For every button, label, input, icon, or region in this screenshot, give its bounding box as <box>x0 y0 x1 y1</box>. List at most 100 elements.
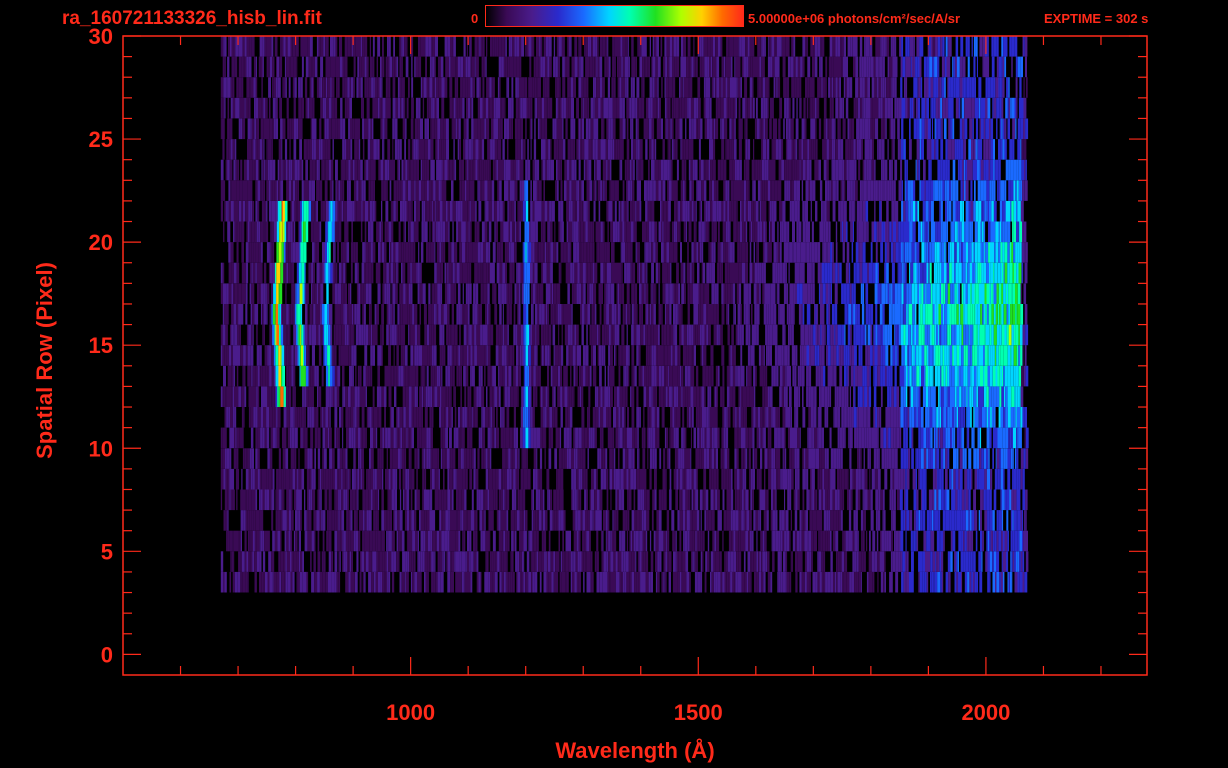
heatmap-cell <box>364 530 367 552</box>
heatmap-cell <box>743 448 746 469</box>
heatmap-cell <box>664 386 666 407</box>
heatmap-cell <box>818 324 821 346</box>
heatmap-cell <box>854 427 857 449</box>
heatmap-cell <box>822 468 825 490</box>
heatmap-cell <box>889 283 891 304</box>
heatmap-cell <box>1018 489 1021 511</box>
heatmap-cell <box>359 386 362 407</box>
heatmap-cell <box>955 448 957 469</box>
heatmap-cell <box>830 510 834 531</box>
heatmap-cell <box>920 489 922 511</box>
heatmap-cell <box>417 262 420 284</box>
heatmap-cell <box>561 345 564 366</box>
heatmap-cell <box>715 551 718 572</box>
heatmap-cell <box>261 571 264 593</box>
heatmap-cell <box>922 386 926 407</box>
heatmap-cell <box>338 510 340 531</box>
heatmap-cell <box>291 242 293 263</box>
heatmap-cell <box>261 386 264 407</box>
heatmap-cell <box>337 468 339 490</box>
heatmap-cell <box>227 489 230 511</box>
heatmap-cell <box>883 448 885 469</box>
heatmap-cell <box>943 304 945 325</box>
heatmap-cell <box>867 345 870 366</box>
heatmap-cell <box>798 262 800 284</box>
heatmap-cell <box>538 427 541 449</box>
heatmap-cell <box>593 510 596 531</box>
heatmap-cell <box>1022 407 1025 428</box>
heatmap-cell <box>581 551 584 572</box>
heatmap-cell <box>857 386 860 407</box>
heatmap-cell <box>558 262 561 284</box>
heatmap-cell <box>721 304 725 325</box>
heatmap-cell <box>577 551 580 572</box>
heatmap-cell <box>285 448 289 469</box>
heatmap-cell <box>674 448 677 469</box>
heatmap-cell <box>508 571 511 593</box>
heatmap-cell <box>763 262 766 284</box>
heatmap-cell <box>574 365 577 387</box>
heatmap-cell <box>746 365 748 387</box>
heatmap-cell <box>240 345 244 366</box>
heatmap-cell <box>398 427 401 449</box>
heatmap-cell <box>934 324 937 346</box>
heatmap-cell <box>348 283 350 304</box>
heatmap-cell <box>433 571 436 593</box>
heatmap-cell <box>618 262 622 284</box>
heatmap-cell <box>801 571 805 593</box>
heatmap-cell <box>635 551 637 572</box>
heatmap-cell <box>440 262 444 284</box>
heatmap-cell <box>435 468 439 490</box>
heatmap-cell <box>711 571 714 593</box>
heatmap-cell <box>691 262 693 284</box>
heatmap-cell <box>302 283 305 304</box>
heatmap-cell <box>399 304 401 325</box>
heatmap-cell <box>334 468 338 490</box>
heatmap-cell <box>699 448 702 469</box>
heatmap-cell <box>695 530 697 552</box>
heatmap-cell <box>513 530 515 552</box>
heatmap-cell <box>256 530 260 552</box>
heatmap-cell <box>961 324 964 346</box>
heatmap-cell <box>1018 262 1022 284</box>
heatmap-cell <box>495 468 499 490</box>
heatmap-cell <box>836 510 839 531</box>
heatmap-cell <box>456 262 459 284</box>
heatmap-cell <box>978 283 982 304</box>
heatmap-cell <box>856 571 859 593</box>
heatmap-cell <box>220 345 223 366</box>
heatmap-cell <box>574 489 577 511</box>
heatmap-cell <box>362 489 366 511</box>
heatmap-cell <box>613 551 616 572</box>
heatmap-cell <box>711 468 714 490</box>
heatmap-cell <box>539 468 543 490</box>
heatmap-cell <box>980 304 983 325</box>
heatmap-cell <box>721 324 723 346</box>
heatmap-cell <box>681 571 684 593</box>
heatmap-cell <box>640 365 643 387</box>
heatmap-cell <box>818 283 820 304</box>
heatmap-cell <box>909 386 911 407</box>
heatmap-cell <box>821 468 823 490</box>
heatmap-cell <box>992 510 994 531</box>
heatmap-cell <box>341 407 344 428</box>
heatmap-cell <box>433 324 437 346</box>
heatmap-cell <box>681 427 684 449</box>
heatmap-cell <box>790 427 793 449</box>
heatmap-cell <box>535 324 537 346</box>
heatmap-cell <box>910 324 913 346</box>
heatmap-cell <box>968 489 971 511</box>
heatmap-cell <box>525 468 528 490</box>
heatmap-cell <box>985 304 987 325</box>
heatmap-cell <box>279 324 281 346</box>
heatmap-cell <box>572 262 575 284</box>
heatmap-cell <box>272 407 275 428</box>
heatmap-cell <box>823 489 826 511</box>
heatmap-cell <box>965 365 968 387</box>
heatmap-cell <box>621 386 623 407</box>
heatmap-cell <box>739 262 742 284</box>
heatmap-cell <box>332 365 335 387</box>
heatmap-cell <box>471 489 474 511</box>
heatmap-cell <box>776 365 779 387</box>
heatmap-cell <box>294 304 297 325</box>
